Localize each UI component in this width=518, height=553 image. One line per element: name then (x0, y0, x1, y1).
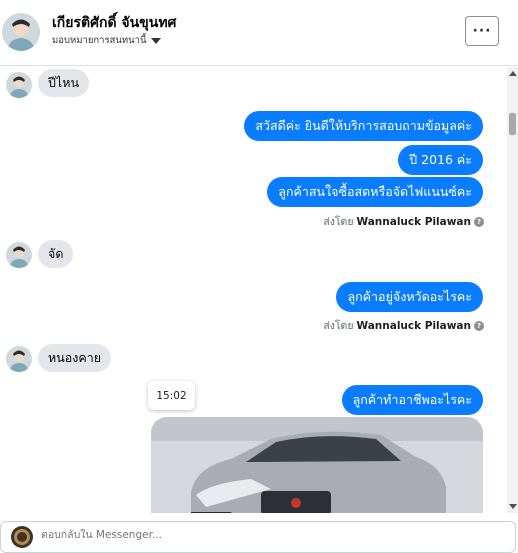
message-incoming[interactable]: ปีไหน (38, 69, 90, 97)
info-icon[interactable]: ? (474, 320, 484, 331)
message-thread[interactable]: ปีไหน สวัสดีค่ะ ยินดีให้บริการสอบถามข้อม… (0, 67, 507, 513)
reply-input[interactable] (41, 529, 481, 541)
assign-conversation-dropdown[interactable]: มอบหมายการสนทนานี้ (52, 33, 161, 48)
sender-name: Wannaluck Pilawan (356, 215, 471, 228)
thread-scrollbar[interactable] (507, 67, 518, 513)
car-photo-attachment[interactable] (151, 417, 483, 513)
scroll-up-icon[interactable] (509, 71, 517, 76)
conversation-header: เกียรติศักดิ์ จันขุนทศ มอบหมายการสนทนานี… (0, 0, 518, 66)
sent-by-label: ส่งโดย Wannaluck Pilawan ? (323, 213, 484, 230)
customer-avatar-small (6, 72, 32, 98)
customer-avatar-small (6, 346, 32, 372)
assign-label: มอบหมายการสนทนานี้ (52, 35, 147, 46)
message-outgoing[interactable]: ลูกค้าทำอาชีพอะไรคะ (341, 385, 483, 415)
customer-avatar-small (6, 242, 32, 268)
customer-avatar[interactable] (2, 13, 40, 51)
scrollbar-thumb[interactable] (509, 113, 516, 135)
message-outgoing[interactable]: สวัสดีค่ะ ยินดีให้บริการสอบถามข้อมูลค่ะ (244, 111, 483, 141)
sent-by-prefix: ส่งโดย (323, 216, 354, 228)
reply-composer[interactable] (0, 521, 516, 553)
message-outgoing[interactable]: ปี 2016 ค่ะ (398, 145, 483, 175)
sender-name: Wannaluck Pilawan (356, 319, 471, 332)
timestamp-tooltip: 15:02 (148, 381, 195, 410)
message-outgoing[interactable]: ลูกค้าอยู่จังหวัดอะไรคะ (336, 282, 483, 312)
sent-by-label: ส่งโดย Wannaluck Pilawan ? (323, 317, 484, 334)
info-icon[interactable]: ? (474, 216, 484, 227)
chevron-down-icon (150, 37, 161, 44)
message-incoming[interactable]: จัด (38, 240, 74, 268)
sent-by-prefix: ส่งโดย (323, 320, 354, 332)
page-avatar (11, 526, 33, 548)
more-options-button[interactable]: ··· (465, 16, 499, 46)
scroll-down-icon[interactable] (509, 504, 517, 509)
message-incoming[interactable]: หนองคาย (38, 344, 112, 372)
customer-name: เกียรติศักดิ์ จันขุนทศ (52, 15, 177, 31)
message-outgoing[interactable]: ลูกค้าสนใจซื้อสดหรือจัดไฟแนนซ์คะ (267, 177, 483, 207)
more-icon: ··· (472, 23, 492, 39)
